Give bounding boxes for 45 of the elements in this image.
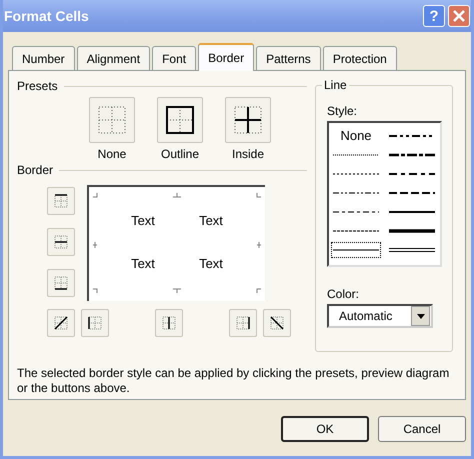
window-title: Format Cells [4,8,90,24]
section-label: Presets [17,79,58,93]
outline-border-icon [164,104,196,136]
preset-label: Outline [160,147,200,161]
preview-text: Text [199,213,223,228]
border-line-icon [235,315,251,331]
border-button[interactable] [47,309,75,337]
no-border-icon [96,104,128,136]
border-line-icon [269,315,285,331]
border-line-icon [53,275,69,291]
tab[interactable]: Patterns [256,46,321,70]
preview-text: Text [131,256,155,271]
close-button[interactable] [448,5,470,27]
preview-text: Text [199,256,223,271]
inside-border-icon [232,104,264,136]
border-line-icon [53,315,69,331]
line-style-option[interactable]: None [331,128,381,144]
border-line-icon [87,315,103,331]
tab[interactable]: Font [152,46,196,70]
dialog-button[interactable]: Cancel [378,416,466,442]
border-preview[interactable]: Text Text Text Text [87,185,265,301]
line-style-option[interactable] [331,242,381,258]
preset-button[interactable] [157,97,203,143]
line-style-list[interactable]: None [327,121,442,267]
border-line-icon [161,315,177,331]
description-text: The selected border style can be applied by clicking the presets, preview diagram or the buttons above. [17,366,450,396]
color-dropdown[interactable]: Automatic [327,304,433,328]
color-label: Color: [327,287,360,301]
border-button[interactable] [263,309,291,337]
tab[interactable]: Protection [322,46,397,70]
tab[interactable]: Alignment [76,46,150,70]
section-label: Border [17,163,54,177]
dropdown-arrow-icon [416,314,424,318]
preset-label: None [98,147,126,161]
group-label: Line [322,78,349,92]
preset-button[interactable] [225,97,271,143]
tab[interactable]: Number [12,46,75,70]
close-icon [452,9,466,23]
style-label: Style: [327,104,358,118]
border-line-icon [53,234,69,250]
preset-label: Inside [232,147,264,161]
tab[interactable]: Border [198,43,254,71]
border-line-icon [53,193,69,209]
dialog-button[interactable]: OK [281,416,369,442]
preview-text: Text [131,213,155,228]
